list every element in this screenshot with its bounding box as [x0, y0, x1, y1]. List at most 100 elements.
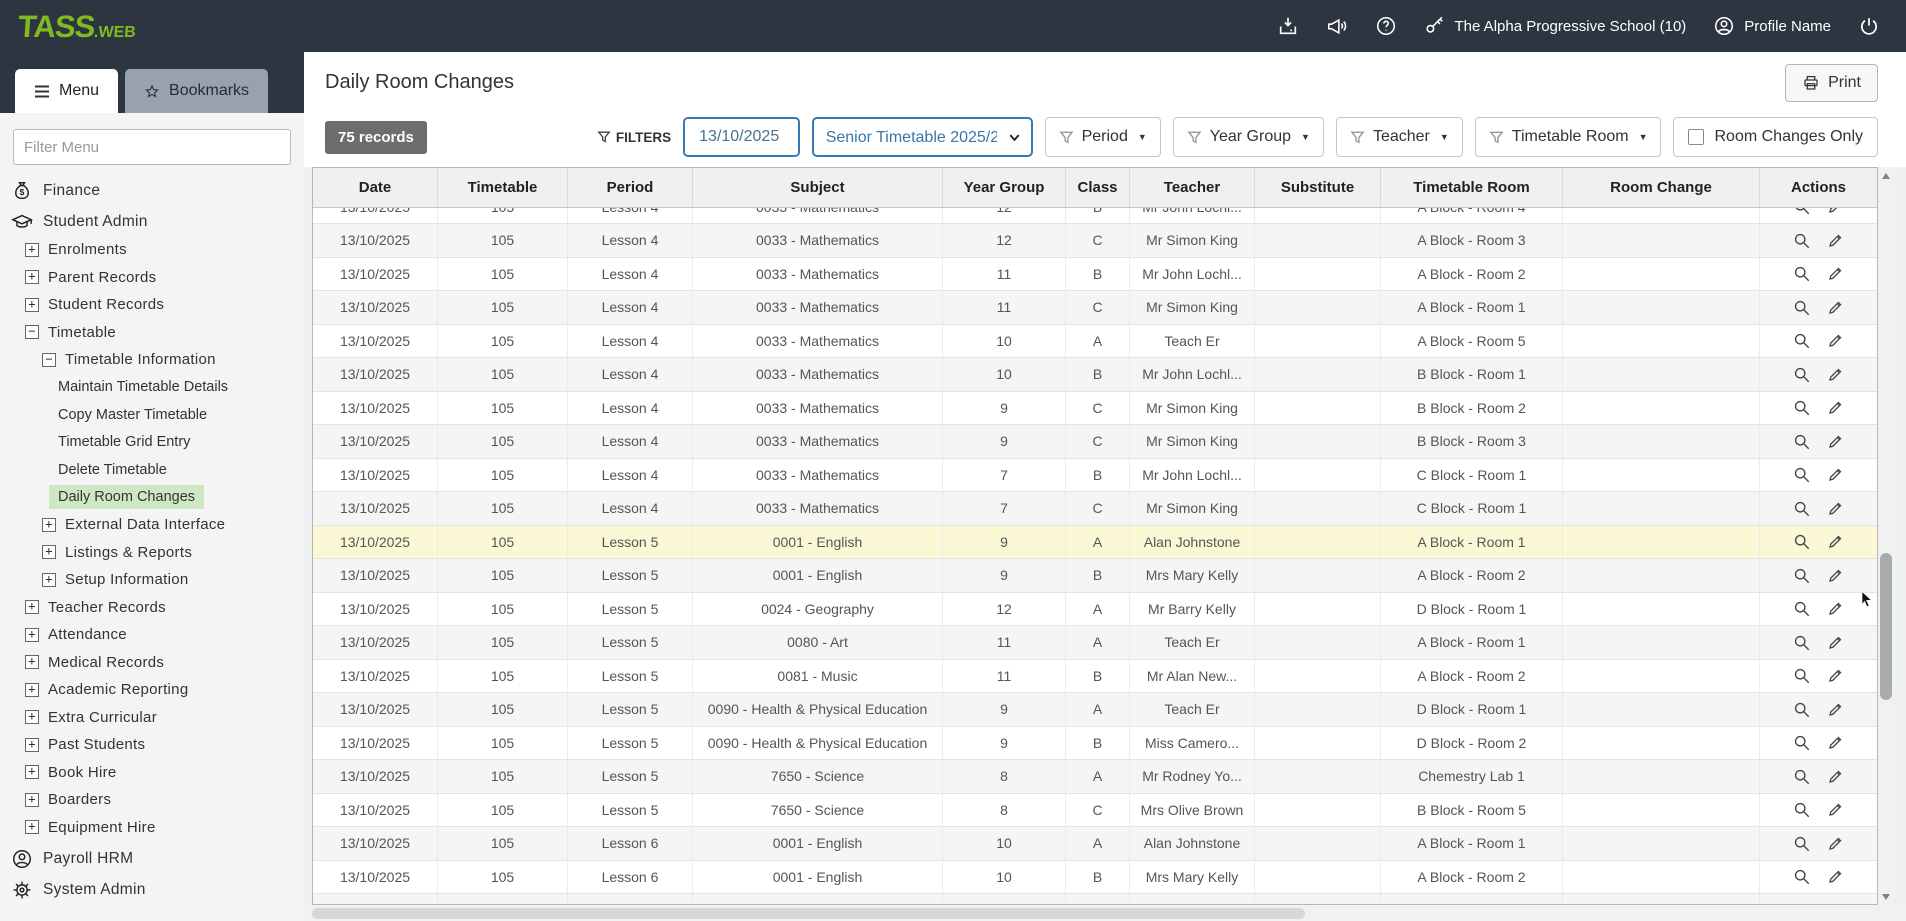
date-input[interactable] [685, 119, 800, 155]
table-row[interactable]: 13/10/2025105Lesson 40033 - Mathematics1… [313, 325, 1877, 359]
filter-dropdown-year-group[interactable]: Year Group▼ [1173, 117, 1324, 157]
table-row[interactable]: 13/10/2025105Lesson 40033 - Mathematics9… [313, 425, 1877, 459]
edit-pencil-icon[interactable] [1827, 533, 1844, 550]
magnifier-icon[interactable] [1793, 634, 1810, 651]
logout-power-icon[interactable] [1858, 15, 1880, 37]
table-row[interactable]: 13/10/2025105Lesson 40033 - Mathematics1… [313, 291, 1877, 325]
magnifier-icon[interactable] [1793, 868, 1810, 885]
magnifier-icon[interactable] [1793, 701, 1810, 718]
column-header-timetable-room[interactable]: Timetable Room [1381, 168, 1563, 207]
edit-pencil-icon[interactable] [1827, 500, 1844, 517]
sidebar-item-academic-reporting[interactable]: +Academic Reporting [0, 676, 304, 704]
magnifier-icon[interactable] [1793, 801, 1810, 818]
sidebar-item-student-records[interactable]: +Student Records [0, 291, 304, 319]
table-row[interactable]: 13/10/2025105Lesson 50080 - Art11ATeach … [313, 626, 1877, 660]
edit-pencil-icon[interactable] [1827, 433, 1844, 450]
expand-icon[interactable]: + [25, 738, 39, 752]
column-header-timetable[interactable]: Timetable [438, 168, 568, 207]
edit-pencil-icon[interactable] [1827, 600, 1844, 617]
expand-icon[interactable]: + [25, 683, 39, 697]
edit-pencil-icon[interactable] [1827, 399, 1844, 416]
sidebar-item-attendance[interactable]: +Attendance [0, 621, 304, 649]
sidebar-item-timetable-grid-entry[interactable]: Timetable Grid Entry [0, 429, 304, 457]
sidebar-item-copy-master-timetable[interactable]: Copy Master Timetable [0, 401, 304, 429]
edit-pencil-icon[interactable] [1827, 466, 1844, 483]
expand-icon[interactable]: + [25, 298, 39, 312]
sidebar-item-enrolments[interactable]: +Enrolments [0, 236, 304, 264]
sidebar-item-setup-information[interactable]: +Setup Information [0, 566, 304, 594]
timetable-select[interactable]: Senior Timetable 2025/2 [105] [814, 119, 1031, 155]
scroll-down-arrow[interactable] [1878, 888, 1893, 905]
column-header-substitute[interactable]: Substitute [1255, 168, 1381, 207]
filter-dropdown-period[interactable]: Period▼ [1045, 117, 1161, 157]
collapse-icon[interactable]: − [25, 325, 39, 339]
edit-pencil-icon[interactable] [1827, 208, 1844, 215]
edit-pencil-icon[interactable] [1827, 902, 1844, 904]
magnifier-icon[interactable] [1793, 466, 1810, 483]
table-row[interactable]: 13/10/2025105Lesson 40033 - Mathematics1… [313, 224, 1877, 258]
column-header-subject[interactable]: Subject [693, 168, 943, 207]
table-row[interactable]: 13/10/2025105Lesson 40033 - Mathematics7… [313, 492, 1877, 526]
sidebar-item-external-data-interface[interactable]: +External Data Interface [0, 511, 304, 539]
magnifier-icon[interactable] [1793, 208, 1810, 215]
tab-bookmarks[interactable]: Bookmarks [125, 69, 268, 113]
print-button[interactable]: Print [1785, 64, 1878, 102]
magnifier-icon[interactable] [1793, 366, 1810, 383]
table-row[interactable]: 13/10/2025105Lesson 40033 - Mathematics7… [313, 459, 1877, 493]
edit-pencil-icon[interactable] [1827, 366, 1844, 383]
edit-pencil-icon[interactable] [1827, 265, 1844, 282]
expand-icon[interactable]: + [42, 545, 56, 559]
sidebar-item-book-hire[interactable]: +Book Hire [0, 759, 304, 787]
sidebar-item-listings-reports[interactable]: +Listings & Reports [0, 539, 304, 567]
edit-pencil-icon[interactable] [1827, 634, 1844, 651]
expand-icon[interactable]: + [25, 820, 39, 834]
magnifier-icon[interactable] [1793, 332, 1810, 349]
table-row[interactable]: 13/10/2025105Lesson 50001 - English9AAla… [313, 526, 1877, 560]
downloads-icon[interactable] [1277, 15, 1299, 37]
table-row[interactable]: 13/10/2025105Lesson 40033 - Mathematics1… [313, 358, 1877, 392]
table-row[interactable]: 13/10/2025105Lesson 40033 - Mathematics1… [313, 208, 1877, 224]
help-icon[interactable] [1375, 15, 1397, 37]
tab-menu[interactable]: Menu [15, 69, 118, 113]
sidebar-item-daily-room-changes[interactable]: Daily Room Changes [0, 484, 304, 512]
magnifier-icon[interactable] [1793, 500, 1810, 517]
edit-pencil-icon[interactable] [1827, 868, 1844, 885]
sidebar-item-system-admin[interactable]: System Admin [0, 877, 304, 905]
magnifier-icon[interactable] [1793, 567, 1810, 584]
column-header-teacher[interactable]: Teacher [1130, 168, 1255, 207]
column-header-actions[interactable]: Actions [1760, 168, 1877, 207]
collapse-icon[interactable]: − [42, 353, 56, 367]
edit-pencil-icon[interactable] [1827, 734, 1844, 751]
magnifier-icon[interactable] [1793, 433, 1810, 450]
school-switcher[interactable]: The Alpha Progressive School (10) [1424, 15, 1687, 37]
sidebar-item-finance[interactable]: $Finance [0, 177, 304, 205]
profile-menu[interactable]: Profile Name [1713, 15, 1831, 37]
expand-icon[interactable]: + [25, 628, 39, 642]
magnifier-icon[interactable] [1793, 734, 1810, 751]
column-header-year-group[interactable]: Year Group [943, 168, 1066, 207]
expand-icon[interactable]: + [25, 793, 39, 807]
sidebar-item-payroll-hrm[interactable]: Payroll HRM [0, 845, 304, 873]
magnifier-icon[interactable] [1793, 902, 1810, 904]
sidebar-item-student-admin[interactable]: Student Admin [0, 209, 304, 237]
table-row[interactable]: 13/10/2025105Lesson 60001 - English10AAl… [313, 827, 1877, 861]
scrollbar-thumb[interactable] [1880, 553, 1892, 700]
column-header-period[interactable]: Period [568, 168, 693, 207]
table-row[interactable]: 13/10/2025105Lesson 50090 - Health & Phy… [313, 693, 1877, 727]
table-row[interactable]: 13/10/2025105Lesson 40033 - Mathematics9… [313, 392, 1877, 426]
room-changes-only-checkbox[interactable] [1688, 129, 1704, 145]
edit-pencil-icon[interactable] [1827, 567, 1844, 584]
magnifier-icon[interactable] [1793, 299, 1810, 316]
sidebar-item-medical-records[interactable]: +Medical Records [0, 649, 304, 677]
magnifier-icon[interactable] [1793, 232, 1810, 249]
expand-icon[interactable]: + [25, 270, 39, 284]
column-header-class[interactable]: Class [1066, 168, 1130, 207]
sidebar-item-parent-records[interactable]: +Parent Records [0, 264, 304, 292]
magnifier-icon[interactable] [1793, 265, 1810, 282]
table-row[interactable]: 13/10/2025105Lesson 40033 - Mathematics1… [313, 258, 1877, 292]
tass-web-logo[interactable]: TASS.WEB [17, 11, 137, 42]
hscrollbar-thumb[interactable] [312, 908, 1305, 919]
magnifier-icon[interactable] [1793, 533, 1810, 550]
table-row[interactable]: 13/10/2025105Lesson 50001 - English9BMrs… [313, 559, 1877, 593]
expand-icon[interactable]: + [42, 518, 56, 532]
